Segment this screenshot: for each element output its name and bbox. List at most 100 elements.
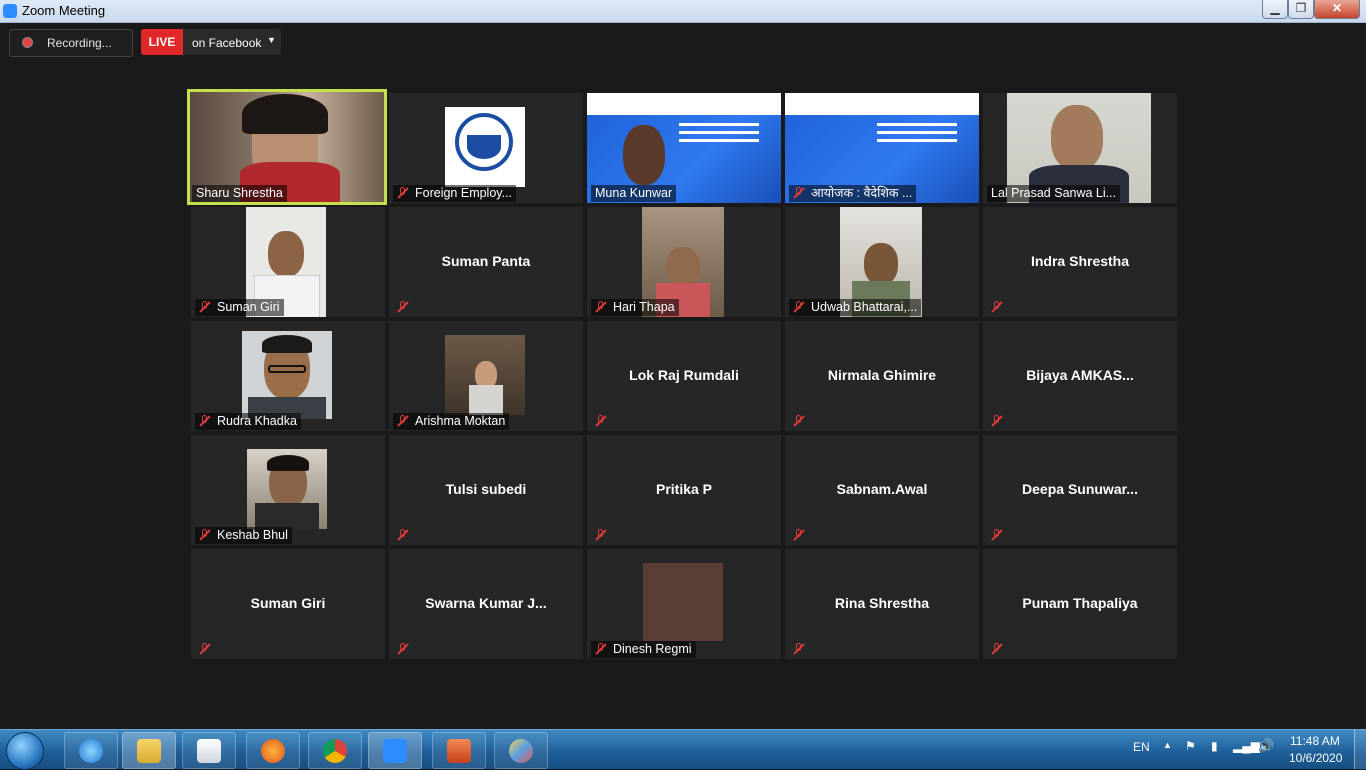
participant-tile[interactable]: Hari Thapa <box>587 207 781 317</box>
participant-name-label: Arishma Moktan <box>393 413 510 430</box>
participant-name: Lal Prasad Sanwa Li... <box>987 185 1121 202</box>
participant-tile[interactable]: Rudra Khadka <box>191 321 385 431</box>
battery-icon[interactable]: ▮ <box>1211 739 1218 753</box>
participant-name: Indra Shrestha <box>1030 253 1130 269</box>
participant-video <box>247 449 327 529</box>
recording-label: Recording... <box>47 36 112 50</box>
participant-name: Muna Kunwar <box>591 185 677 202</box>
participant-tile[interactable]: Dinesh Regmi <box>587 549 781 659</box>
participant-tile[interactable]: Punam Thapaliya <box>983 549 1177 659</box>
participant-tile[interactable]: Udwab Bhattarai,... <box>785 207 979 317</box>
muted-mic-icon <box>199 529 211 541</box>
participant-tile[interactable]: Rina Shrestha <box>785 549 979 659</box>
participant-tile[interactable]: Keshab Bhul <box>191 435 385 545</box>
record-dot-icon <box>22 37 33 48</box>
firefox-icon[interactable] <box>246 732 300 769</box>
network-signal-icon[interactable]: ▂▄▆ <box>1233 739 1260 753</box>
participant-tile[interactable]: Bijaya AMKAS... <box>983 321 1177 431</box>
language-indicator[interactable]: EN <box>1133 740 1150 754</box>
muted-mic-icon <box>991 529 1003 541</box>
participant-tile[interactable]: Muna Kunwar <box>587 93 781 203</box>
participant-name-label: Hari Thapa <box>591 299 679 316</box>
participant-tile[interactable]: Suman Giri <box>191 207 385 317</box>
participant-name-label: Udwab Bhattarai,... <box>789 299 922 316</box>
muted-mic-icon <box>397 415 409 427</box>
media-player-icon[interactable] <box>182 732 236 769</box>
participant-name: Punam Thapaliya <box>1022 595 1138 611</box>
participant-tile[interactable]: Indra Shrestha <box>983 207 1177 317</box>
gallery-view: Sharu Shrestha Foreign Employ... Muna Ku… <box>187 89 1179 659</box>
internet-explorer-icon[interactable] <box>64 732 118 769</box>
muted-mic-icon <box>199 643 211 655</box>
participant-name: Suman Giri <box>250 595 326 611</box>
participant-name-label: Suman Giri <box>195 299 284 316</box>
close-button[interactable]: ✕ <box>1314 0 1360 19</box>
show-hidden-icons-icon[interactable]: ▲ <box>1163 740 1172 750</box>
participant-tile[interactable]: Foreign Employ... <box>389 93 583 203</box>
participant-tile[interactable]: Swarna Kumar J... <box>389 549 583 659</box>
participant-name: Tulsi subedi <box>445 481 527 497</box>
minimize-button[interactable]: ▁ <box>1262 0 1288 19</box>
participant-tile[interactable]: Tulsi subedi <box>389 435 583 545</box>
maximize-button[interactable]: ❐ <box>1288 0 1314 19</box>
participant-tile[interactable]: Sharu Shrestha <box>187 89 387 205</box>
muted-mic-icon <box>397 643 409 655</box>
recording-indicator-button[interactable]: Recording... <box>9 29 133 57</box>
live-target-label: on Facebook <box>192 36 262 50</box>
muted-mic-icon <box>199 415 211 427</box>
participant-video <box>445 335 525 415</box>
clock-time[interactable]: 11:48 AM <box>1290 734 1340 748</box>
volume-icon[interactable]: 🔊 <box>1258 738 1274 754</box>
action-center-flag-icon[interactable]: ⚑ <box>1185 739 1196 753</box>
show-desktop-button[interactable] <box>1354 730 1366 769</box>
participant-name: Deepa Sunuwar... <box>1022 481 1138 497</box>
participant-name-label: आयोजक : वैदेशिक ... <box>789 185 917 202</box>
participant-name: Bijaya AMKAS... <box>1026 367 1134 383</box>
windows-taskbar: EN ▲ ⚑ ▮ ▂▄▆ 🔊 11:48 AM 10/6/2020 <box>0 729 1366 770</box>
muted-mic-icon <box>991 643 1003 655</box>
participant-name: Sharu Shrestha <box>192 185 287 202</box>
fejs-logo-image <box>445 107 525 187</box>
live-badge: LIVE <box>141 29 183 55</box>
zoom-icon[interactable] <box>368 732 422 769</box>
muted-mic-icon <box>595 643 607 655</box>
muted-mic-icon <box>793 301 805 313</box>
participant-tile[interactable]: Pritika P <box>587 435 781 545</box>
participant-tile[interactable]: Suman Giri <box>191 549 385 659</box>
muted-mic-icon <box>595 529 607 541</box>
participant-tile[interactable]: Deepa Sunuwar... <box>983 435 1177 545</box>
participant-tile[interactable]: Suman Panta <box>389 207 583 317</box>
chrome-icon[interactable] <box>308 732 362 769</box>
muted-mic-icon <box>793 643 805 655</box>
muted-mic-icon <box>793 187 805 199</box>
participant-name-label: Rudra Khadka <box>195 413 301 430</box>
muted-mic-icon <box>991 301 1003 313</box>
muted-mic-icon <box>397 529 409 541</box>
participant-name-label: Dinesh Regmi <box>591 641 696 658</box>
participant-tile[interactable]: आयोजक : वैदेशिक ... <box>785 93 979 203</box>
live-stream-button[interactable]: LIVE on Facebook ▼ <box>141 29 281 55</box>
start-button[interactable] <box>6 732 44 770</box>
participant-tile[interactable]: Nirmala Ghimire <box>785 321 979 431</box>
chevron-down-icon: ▼ <box>267 35 276 45</box>
participant-tile[interactable]: Lok Raj Rumdali <box>587 321 781 431</box>
muted-mic-icon <box>793 529 805 541</box>
participant-tile[interactable]: Lal Prasad Sanwa Li... <box>983 93 1177 203</box>
powerpoint-icon[interactable] <box>432 732 486 769</box>
paint-icon[interactable] <box>494 732 548 769</box>
participant-tile[interactable]: Sabnam.Awal <box>785 435 979 545</box>
clock-date[interactable]: 10/6/2020 <box>1289 751 1342 765</box>
window-title: Zoom Meeting <box>22 3 106 18</box>
window-titlebar: Zoom Meeting ▁ ❐ ✕ <box>0 0 1366 23</box>
participant-video <box>643 563 723 641</box>
file-explorer-icon[interactable] <box>122 732 176 769</box>
muted-mic-icon <box>793 415 805 427</box>
participant-name: Lok Raj Rumdali <box>629 367 739 383</box>
muted-mic-icon <box>595 415 607 427</box>
muted-mic-icon <box>595 301 607 313</box>
participant-name: Rina Shrestha <box>834 595 930 611</box>
participant-name-label: Keshab Bhul <box>195 527 292 544</box>
participant-tile[interactable]: Arishma Moktan <box>389 321 583 431</box>
muted-mic-icon <box>991 415 1003 427</box>
participant-video <box>242 331 332 419</box>
